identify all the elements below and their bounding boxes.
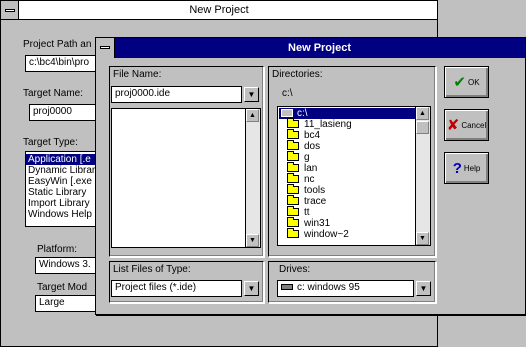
directory-list-scrollbar[interactable]: ▲ ▼ (415, 107, 430, 245)
list-files-of-type-label: List Files of Type: (113, 264, 191, 275)
scroll-up-button[interactable]: ▲ (246, 109, 259, 122)
directory-label: dos (304, 141, 321, 152)
target-type-item[interactable]: Application [.e (26, 154, 98, 165)
back-dialog-title-bar: New Project (1, 1, 437, 20)
directory-root-label: c:\ (297, 108, 308, 119)
folder-icon (287, 162, 299, 173)
drive-select[interactable]: c: windows 95 (277, 280, 414, 297)
target-name-field[interactable]: proj0000 (29, 104, 99, 121)
drive-icon (281, 284, 293, 291)
directory-item[interactable]: g (279, 151, 415, 163)
system-menu-icon[interactable] (96, 38, 115, 58)
directory-item[interactable]: bc4 (279, 129, 415, 141)
folder-icon (287, 129, 299, 140)
folder-icon (287, 228, 299, 239)
ok-button[interactable]: ✔ OK (444, 66, 489, 98)
directory-item[interactable]: win31 (279, 217, 415, 229)
file-type-dropdown-button[interactable]: ▼ (244, 281, 259, 296)
directory-item[interactable]: tools (279, 184, 415, 196)
folder-icon (287, 184, 299, 195)
arrow-down-icon: ▼ (247, 90, 256, 99)
directory-label: lan (304, 163, 318, 174)
target-type-item[interactable]: Import Library (26, 198, 98, 209)
system-menu-icon[interactable] (1, 1, 19, 19)
dialog-title-bar: New Project (96, 38, 525, 58)
file-name-input[interactable]: proj0000.ide (111, 86, 242, 103)
target-name-label: Target Name: (23, 88, 84, 99)
directory-label: g (304, 152, 310, 163)
directory-label: tt (304, 207, 310, 218)
platform-select[interactable]: Windows 3. (35, 257, 99, 274)
file-list-scrollbar[interactable]: ▲ ▼ (245, 109, 260, 247)
directory-label: 11_lasieng (304, 119, 352, 130)
new-project-dialog: New Project File Name: proj0000.ide ▼ ▲ … (95, 37, 526, 315)
target-model-select[interactable]: Large (35, 295, 99, 312)
folder-icon (287, 140, 299, 151)
drive-dropdown-button[interactable]: ▼ (416, 281, 431, 296)
directories-label: Directories: (272, 69, 323, 80)
project-path-label: Project Path an (23, 39, 92, 50)
folder-icon (287, 173, 299, 184)
help-button-label: Help (463, 163, 481, 173)
arrow-down-icon: ▼ (419, 284, 428, 293)
directory-list[interactable]: c:\ 11_lasieng bc4 dos g lan nc tools tr… (277, 106, 431, 246)
directory-item[interactable]: tt (279, 206, 415, 218)
file-name-history-button[interactable]: ▼ (244, 87, 259, 102)
folder-icon (287, 217, 299, 228)
cancel-button[interactable]: ✘ Cancel (444, 109, 489, 141)
arrow-down-icon: ▼ (249, 237, 256, 244)
directory-label: window~2 (304, 229, 349, 240)
folder-icon (287, 195, 299, 206)
target-type-label: Target Type: (23, 137, 78, 148)
directory-label: win31 (304, 218, 331, 229)
file-name-label: File Name: (113, 69, 162, 80)
arrow-up-icon: ▲ (419, 110, 426, 117)
directory-label: trace (304, 196, 327, 207)
dialog-title: New Project (288, 42, 351, 54)
checkmark-icon: ✔ (453, 73, 466, 91)
folder-icon (287, 151, 299, 162)
scroll-up-button[interactable]: ▲ (416, 107, 429, 120)
directory-item[interactable]: 11_lasieng (279, 118, 415, 130)
project-path-field[interactable]: c:\bc4\bin\pro (25, 55, 99, 72)
directory-rows: c:\ 11_lasieng bc4 dos g lan nc tools tr… (279, 108, 415, 240)
cancel-x-icon: ✘ (446, 116, 460, 134)
question-mark-icon: ? (452, 159, 462, 177)
file-list[interactable]: ▲ ▼ (111, 108, 261, 248)
drive-select-value: c: windows 95 (297, 282, 360, 293)
cancel-button-label: Cancel (461, 120, 487, 130)
scroll-down-button[interactable]: ▼ (246, 234, 259, 247)
drives-label: Drives: (279, 264, 311, 275)
target-type-item[interactable]: Windows Help (26, 209, 98, 220)
scroll-thumb[interactable] (416, 121, 429, 134)
open-folder-icon (281, 109, 293, 118)
directory-label: bc4 (304, 130, 321, 141)
scroll-down-button[interactable]: ▼ (416, 232, 429, 245)
directory-root-item[interactable]: c:\ (279, 108, 415, 119)
back-dialog-title: New Project (189, 4, 249, 16)
target-type-item[interactable]: EasyWin [.exe (26, 176, 98, 187)
directory-item[interactable]: window~2 (279, 228, 415, 240)
arrow-down-icon: ▼ (247, 284, 256, 293)
target-model-label: Target Mod (37, 282, 88, 293)
arrow-up-icon: ▲ (249, 112, 256, 119)
directory-item[interactable]: dos (279, 140, 415, 152)
current-directory: c:\ (282, 88, 293, 99)
directory-item[interactable]: lan (279, 162, 415, 174)
target-type-item[interactable]: Static Library (26, 187, 98, 198)
platform-label: Platform: (37, 244, 78, 255)
folder-icon (287, 206, 299, 217)
ok-button-label: OK (468, 77, 480, 87)
file-type-select[interactable]: Project files (*.ide) (111, 280, 242, 297)
directory-item[interactable]: trace (279, 195, 415, 207)
directory-item[interactable]: nc (279, 173, 415, 185)
help-button[interactable]: ? Help (444, 152, 489, 184)
arrow-down-icon: ▼ (419, 235, 426, 242)
directory-label: nc (304, 174, 315, 185)
target-type-list[interactable]: Application [.e Dynamic Librar EasyWin [… (25, 151, 99, 227)
target-type-item[interactable]: Dynamic Librar (26, 165, 98, 176)
folder-icon (287, 118, 299, 129)
directory-label: tools (304, 185, 326, 196)
